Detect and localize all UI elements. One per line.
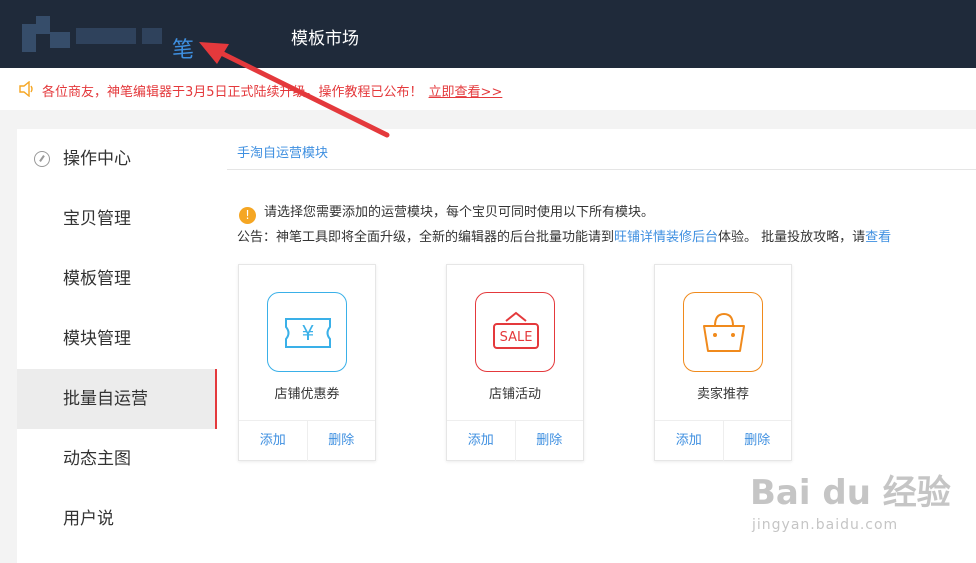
warning-text: 请选择您需要添加的运营模块，每个宝贝可同时使用以下所有模块。 — [264, 205, 655, 220]
notice-bar: 各位商友，神笔编辑器于3月5日正式陆续升级，操作教程已公布！ 立即查看>> — [0, 68, 976, 110]
sidebar-item-label: 宝贝管理 — [63, 209, 131, 229]
warning-icon: ! — [239, 207, 256, 224]
module-card-store-activity: SALE 店铺活动 添加 删除 — [446, 264, 584, 461]
top-navbar: 笔 模板市场 — [0, 0, 976, 68]
sidebar-item-dynamic-main-image[interactable]: 动态主图 — [17, 429, 217, 489]
logo[interactable]: 笔 — [22, 14, 194, 63]
key-icon — [34, 151, 50, 167]
announce-prefix: 公告：神笔工具即将全面升级，全新的编辑器的后台批量功能请到 — [237, 230, 615, 245]
sidebar-item-label: 批量自运营 — [63, 389, 148, 409]
svg-text:SALE: SALE — [500, 330, 533, 345]
sale-sign-icon: SALE — [475, 292, 555, 372]
card-name: 店铺活动 — [488, 387, 541, 402]
card-actions: 添加 删除 — [239, 420, 375, 461]
notice-message: 各位商友，神笔编辑器于3月5日正式陆续升级，操作教程已公布！ — [42, 85, 423, 100]
sidebar-item-product-management[interactable]: 宝贝管理 — [17, 189, 217, 249]
sidebar-item-label: 动态主图 — [63, 449, 131, 469]
delete-button[interactable]: 删除 — [308, 421, 376, 461]
watermark-brand: Bai du 经验 — [750, 473, 951, 513]
speaker-icon — [19, 81, 33, 97]
announcement: 公告：神笔工具即将全面升级，全新的编辑器的后台批量功能请到旺铺详情装修后台体验。… — [237, 226, 891, 245]
shop-detail-backend-link[interactable]: 旺铺详情装修后台 — [614, 230, 718, 245]
sidebar-item-template-management[interactable]: 模板管理 — [17, 249, 217, 309]
notice-view-link[interactable]: 立即查看>> — [429, 85, 503, 100]
sidebar: 操作中心 宝贝管理 模板管理 模块管理 批量自运营 动态主图 用户说 — [17, 129, 217, 563]
warning-message: ! 请选择您需要添加的运营模块，每个宝贝可同时使用以下所有模块。 — [239, 201, 654, 224]
svg-text:¥: ¥ — [302, 321, 315, 345]
sidebar-item-label: 操作中心 — [63, 149, 131, 169]
watermark-url: jingyan.baidu.com — [752, 517, 899, 533]
card-actions: 添加 删除 — [447, 420, 583, 461]
view-guide-link[interactable]: 查看 — [865, 230, 891, 245]
sidebar-item-label: 模板管理 — [63, 269, 131, 289]
add-button[interactable]: 添加 — [239, 421, 308, 461]
baidu-jingyan-watermark: Bai du 经验 jingyan.baidu.com — [750, 455, 970, 550]
card-name: 店铺优惠券 — [274, 387, 340, 402]
announce-mid: 体验。 批量投放攻略，请 — [718, 230, 866, 245]
add-button[interactable]: 添加 — [655, 421, 724, 461]
divider — [227, 169, 976, 170]
sidebar-item-batch-self-operation[interactable]: 批量自运营 — [17, 369, 217, 429]
sidebar-item-label: 用户说 — [63, 509, 114, 529]
module-card-seller-recommend: 卖家推荐 添加 删除 — [654, 264, 792, 461]
sidebar-item-user-says[interactable]: 用户说 — [17, 489, 217, 549]
module-card-coupon: ¥ 店铺优惠券 添加 删除 — [238, 264, 376, 461]
logo-text: 笔 — [172, 38, 195, 63]
sidebar-item-module-management[interactable]: 模块管理 — [17, 309, 217, 369]
tab-mobile-self-operation[interactable]: 手淘自运营模块 — [237, 142, 328, 161]
nav-template-market[interactable]: 模板市场 — [291, 24, 359, 49]
delete-button[interactable]: 删除 — [516, 421, 584, 461]
coupon-icon: ¥ — [267, 292, 347, 372]
sidebar-item-operation-center[interactable]: 操作中心 — [17, 129, 217, 189]
card-name: 卖家推荐 — [696, 387, 749, 402]
sidebar-item-label: 模块管理 — [63, 329, 131, 349]
notice-text: 各位商友，神笔编辑器于3月5日正式陆续升级，操作教程已公布！ 立即查看>> — [42, 81, 502, 100]
add-button[interactable]: 添加 — [447, 421, 516, 461]
shopping-bag-icon — [683, 292, 763, 372]
